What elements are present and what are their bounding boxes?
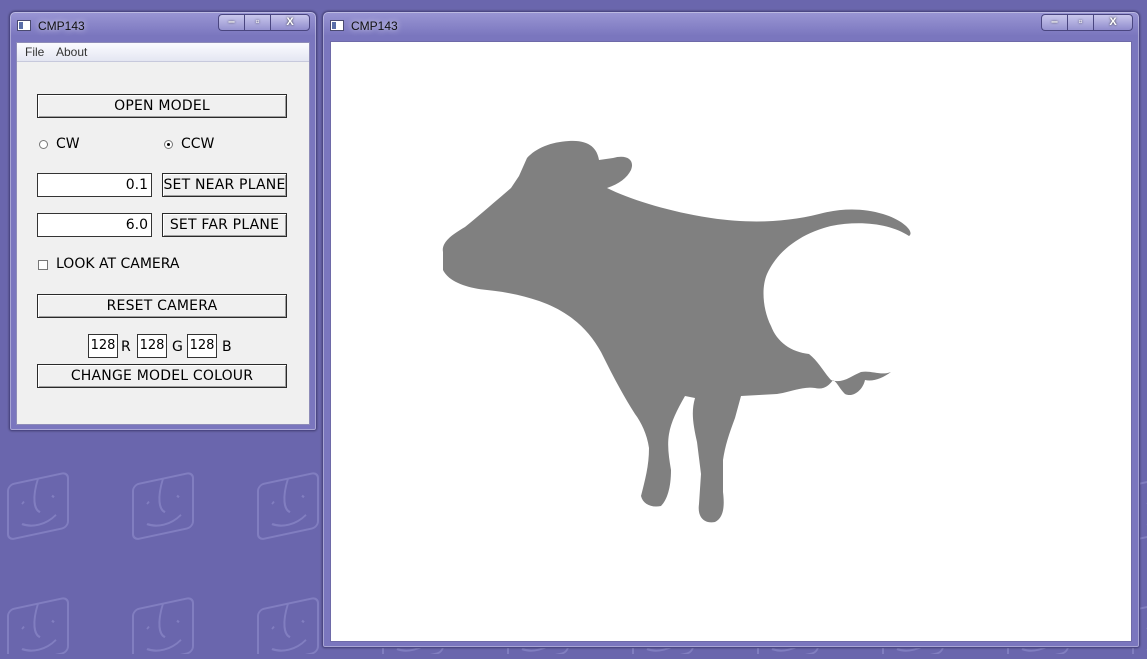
viewport-window: CMP143 ‒ ▫ X [322, 11, 1140, 648]
blue-label: B [222, 339, 232, 355]
finder-face-icon [257, 472, 319, 540]
cow-model [442, 140, 911, 523]
green-input[interactable]: 128 [137, 334, 167, 358]
viewport-window-titlebar[interactable]: CMP143 ‒ ▫ X [323, 12, 1139, 40]
menu-file[interactable]: File [25, 45, 44, 59]
far-plane-input[interactable]: 6.0 [37, 213, 152, 237]
open-model-button[interactable]: OPEN MODEL [37, 94, 287, 118]
look-at-camera-checkbox[interactable] [38, 260, 48, 270]
set-near-plane-button[interactable]: SET NEAR PLANE [162, 173, 287, 197]
close-button[interactable]: X [1093, 14, 1133, 31]
change-model-colour-button[interactable]: CHANGE MODEL COLOUR [37, 364, 287, 388]
red-input[interactable]: 128 [88, 334, 118, 358]
look-at-camera-label: LOOK AT CAMERA [56, 256, 180, 272]
finder-face-icon [132, 472, 194, 540]
finder-face-icon [257, 597, 319, 659]
near-plane-input[interactable]: 0.1 [37, 173, 152, 197]
finder-face-icon [7, 472, 69, 540]
control-window-title: CMP143 [38, 19, 85, 33]
cow-model-render [442, 140, 911, 523]
reset-camera-button[interactable]: RESET CAMERA [37, 294, 287, 318]
maximize-button[interactable]: ▫ [1067, 14, 1093, 31]
radio-cw-label: CW [56, 136, 80, 152]
minimize-button[interactable]: ‒ [1041, 14, 1067, 31]
radio-ccw-label: CCW [181, 136, 215, 152]
minimize-button[interactable]: ‒ [218, 14, 244, 31]
close-button[interactable]: X [270, 14, 310, 31]
radio-cw[interactable] [39, 140, 48, 149]
render-viewport[interactable] [330, 41, 1132, 642]
red-label: R [121, 339, 131, 355]
radio-ccw[interactable] [164, 140, 173, 149]
app-window-icon [17, 20, 31, 31]
menu-bar: File About [17, 43, 309, 62]
blue-input[interactable]: 128 [187, 334, 217, 358]
finder-face-icon [7, 597, 69, 659]
set-far-plane-button[interactable]: SET FAR PLANE [162, 213, 287, 237]
app-window-icon [330, 20, 344, 31]
control-window-titlebar[interactable]: CMP143 ‒ ▫ X [10, 12, 316, 40]
control-window: CMP143 ‒ ▫ X File About OPEN MODEL CW CC… [9, 11, 317, 431]
finder-face-icon [132, 597, 194, 659]
maximize-button[interactable]: ▫ [244, 14, 270, 31]
menu-about[interactable]: About [56, 45, 87, 59]
green-label: G [172, 339, 183, 355]
control-panel: File About OPEN MODEL CW CCW 0.1 SET NEA… [16, 42, 310, 425]
viewport-window-title: CMP143 [351, 19, 398, 33]
